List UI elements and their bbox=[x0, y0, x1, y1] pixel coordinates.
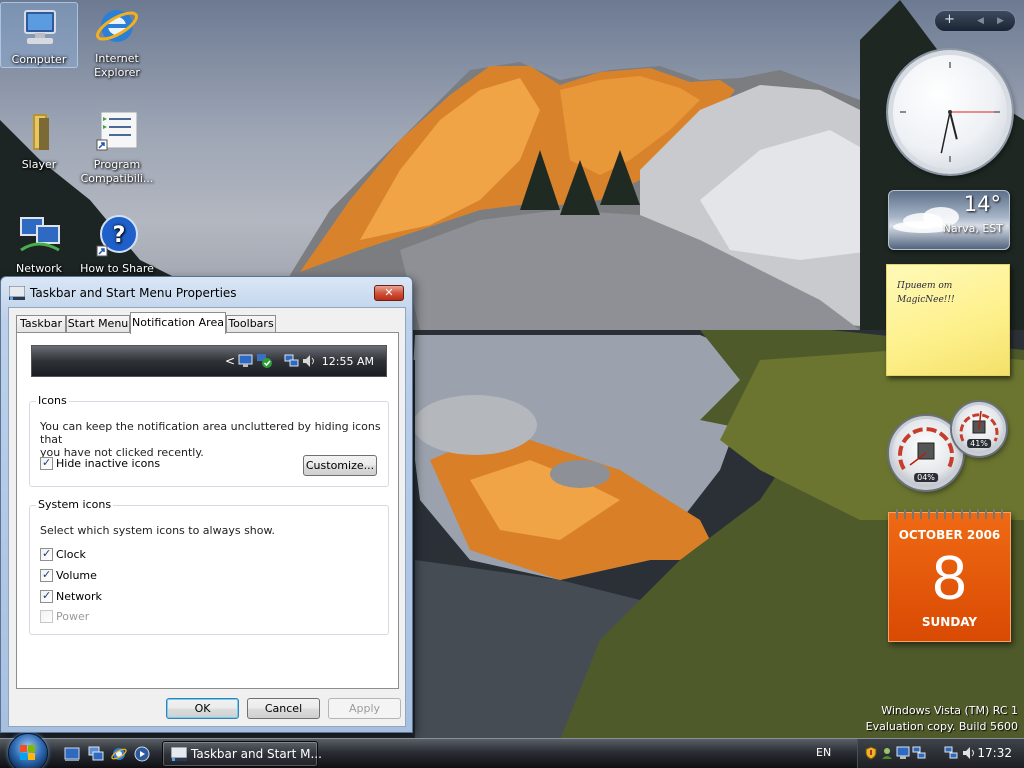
icons-group-description: You can keep the notification area unclu… bbox=[40, 420, 381, 459]
folder-icon bbox=[15, 108, 63, 156]
clock-minute-hand bbox=[940, 111, 951, 154]
checkbox-box[interactable] bbox=[40, 568, 53, 582]
user-accounts-icon[interactable] bbox=[880, 746, 894, 760]
security-check-icon bbox=[257, 354, 272, 368]
icons-group: Icons You can keep the notification area… bbox=[29, 394, 389, 487]
display-icon[interactable] bbox=[896, 746, 910, 760]
checkbox-box[interactable] bbox=[40, 589, 53, 603]
desktop-icon-internet-explorer[interactable]: Internet Explorer bbox=[78, 2, 156, 80]
desktop-icon-program-compatibility[interactable]: Program Compatibili... bbox=[78, 108, 156, 186]
svg-text:?: ? bbox=[113, 223, 126, 248]
media-player-icon[interactable] bbox=[134, 746, 150, 762]
security-shield-icon[interactable] bbox=[864, 746, 878, 760]
evaluation-watermark: Windows Vista (TM) RC 1 Evaluation copy.… bbox=[865, 704, 1018, 733]
clock-checkbox[interactable]: Clock bbox=[40, 547, 110, 562]
checkbox-box[interactable] bbox=[40, 547, 53, 561]
weather-temperature: 14° bbox=[963, 192, 1001, 216]
notes-gadget[interactable]: Привет от MagicNee!!! bbox=[886, 264, 1010, 376]
checkbox-box bbox=[40, 610, 53, 623]
taskbar-properties-dialog: Taskbar and Start Menu Properties ✕ Task… bbox=[0, 276, 413, 733]
taskbar-button-taskbar-properties[interactable]: Taskbar and Start M... bbox=[162, 741, 322, 767]
clock-face bbox=[900, 62, 1000, 162]
add-gadget-button[interactable]: + bbox=[944, 12, 955, 27]
desktop-icon-slayer[interactable]: Slayer bbox=[0, 108, 78, 172]
desktop-icon-computer[interactable]: Computer bbox=[0, 2, 78, 68]
note-text: Привет от MagicNee!!! bbox=[897, 281, 955, 305]
weather-gadget[interactable]: 14° Narva, EST bbox=[888, 190, 1010, 250]
clock-gadget[interactable] bbox=[888, 50, 1012, 174]
network-checkbox[interactable]: Network bbox=[40, 589, 110, 604]
tab-notification-area[interactable]: Notification Area bbox=[130, 312, 226, 334]
clock-hour-hand bbox=[949, 111, 958, 140]
memory-meter-gauge[interactable]: 41% bbox=[952, 402, 1006, 456]
calendar-gadget[interactable]: OCTOBER 2006 8 SUNDAY bbox=[888, 509, 1011, 642]
display-icon bbox=[238, 354, 253, 367]
calendar-rings bbox=[889, 509, 1010, 519]
notification-area-panel: < 12:55 AM Icons You can keep the notifi… bbox=[16, 332, 399, 689]
volume-checkbox[interactable]: Volume bbox=[40, 568, 110, 583]
next-gadgets-button[interactable]: ▶ bbox=[997, 16, 1004, 26]
apply-button: Apply bbox=[328, 698, 401, 719]
language-indicator[interactable]: EN bbox=[816, 746, 831, 759]
desktop-icon-label: Network bbox=[16, 262, 62, 275]
system-icons-group-legend: System icons bbox=[36, 498, 114, 511]
calendar-weekday: SUNDAY bbox=[921, 615, 978, 629]
desktop-icon-label: Program Compatibili... bbox=[80, 158, 154, 185]
tab-start-menu[interactable]: Start Menu bbox=[66, 315, 130, 333]
expand-arrow-icon: < bbox=[225, 354, 236, 368]
calendar-day: 8 bbox=[932, 544, 967, 613]
switch-windows-icon[interactable] bbox=[88, 746, 104, 762]
taskbar-properties-icon bbox=[171, 747, 187, 761]
taskbar-properties-icon bbox=[9, 286, 25, 300]
desktop-icon-label: How to Share bbox=[80, 262, 154, 275]
desktop-icon-label: Internet Explorer bbox=[94, 52, 140, 79]
dialog-title: Taskbar and Start Menu Properties bbox=[30, 286, 237, 300]
internet-explorer-icon[interactable] bbox=[111, 746, 127, 762]
start-button[interactable] bbox=[8, 733, 48, 768]
sidebar-controls: + ◀ ▶ bbox=[934, 10, 1016, 32]
weather-location: Narva, EST bbox=[942, 222, 1003, 235]
network-tray-icon bbox=[284, 354, 299, 367]
tab-taskbar[interactable]: Taskbar bbox=[16, 315, 66, 333]
memory-percent: 41% bbox=[967, 439, 991, 448]
system-icons-group: System icons Select which system icons t… bbox=[29, 498, 389, 635]
icons-group-legend: Icons bbox=[36, 394, 69, 407]
network-tray-icon[interactable] bbox=[912, 746, 926, 760]
cancel-button[interactable]: Cancel bbox=[247, 698, 320, 719]
close-button[interactable]: ✕ bbox=[374, 285, 404, 301]
volume-icon bbox=[303, 355, 314, 367]
desktop-icon-network[interactable]: Network bbox=[0, 212, 78, 276]
desktop-icon-label: Slayer bbox=[21, 158, 57, 171]
taskbar: Taskbar and Start M... EN 17:32 bbox=[0, 733, 1024, 768]
system-tray: 17:32 bbox=[857, 739, 1024, 768]
notification-area-preview: < 12:55 AM bbox=[31, 345, 387, 377]
tab-toolbars[interactable]: Toolbars bbox=[226, 315, 276, 333]
network-icon bbox=[15, 212, 63, 260]
dialog-client-area: Taskbar Start Menu Notification Area Too… bbox=[8, 307, 406, 727]
help-icon: ? bbox=[93, 212, 141, 260]
computer-icon bbox=[15, 3, 63, 51]
desktop-icon-how-to-share[interactable]: ? How to Share bbox=[78, 212, 156, 276]
system-icons-description: Select which system icons to always show… bbox=[40, 524, 275, 537]
show-desktop-icon[interactable] bbox=[64, 746, 80, 762]
cpu-percent: 04% bbox=[914, 473, 938, 482]
internet-explorer-icon bbox=[93, 2, 141, 50]
previous-gadgets-button[interactable]: ◀ bbox=[977, 16, 984, 26]
taskbar-clock[interactable]: 17:32 bbox=[977, 746, 1012, 760]
checkbox-box[interactable] bbox=[40, 456, 53, 470]
power-checkbox: Power bbox=[40, 610, 110, 624]
program-compatibility-icon bbox=[93, 108, 141, 156]
network-connection-icon[interactable] bbox=[944, 746, 958, 760]
desktop-icon-label: Computer bbox=[11, 53, 67, 66]
calendar-month: OCTOBER 2006 bbox=[898, 528, 1001, 542]
customize-button[interactable]: Customize... bbox=[303, 455, 377, 476]
dialog-titlebar[interactable]: Taskbar and Start Menu Properties ✕ bbox=[1, 277, 412, 307]
ok-button[interactable]: OK bbox=[166, 698, 239, 719]
hide-inactive-icons-checkbox[interactable]: Hide inactive icons bbox=[40, 456, 160, 471]
volume-icon[interactable] bbox=[962, 746, 976, 760]
windows-logo-icon bbox=[20, 745, 35, 760]
preview-clock: 12:55 AM bbox=[321, 355, 374, 368]
